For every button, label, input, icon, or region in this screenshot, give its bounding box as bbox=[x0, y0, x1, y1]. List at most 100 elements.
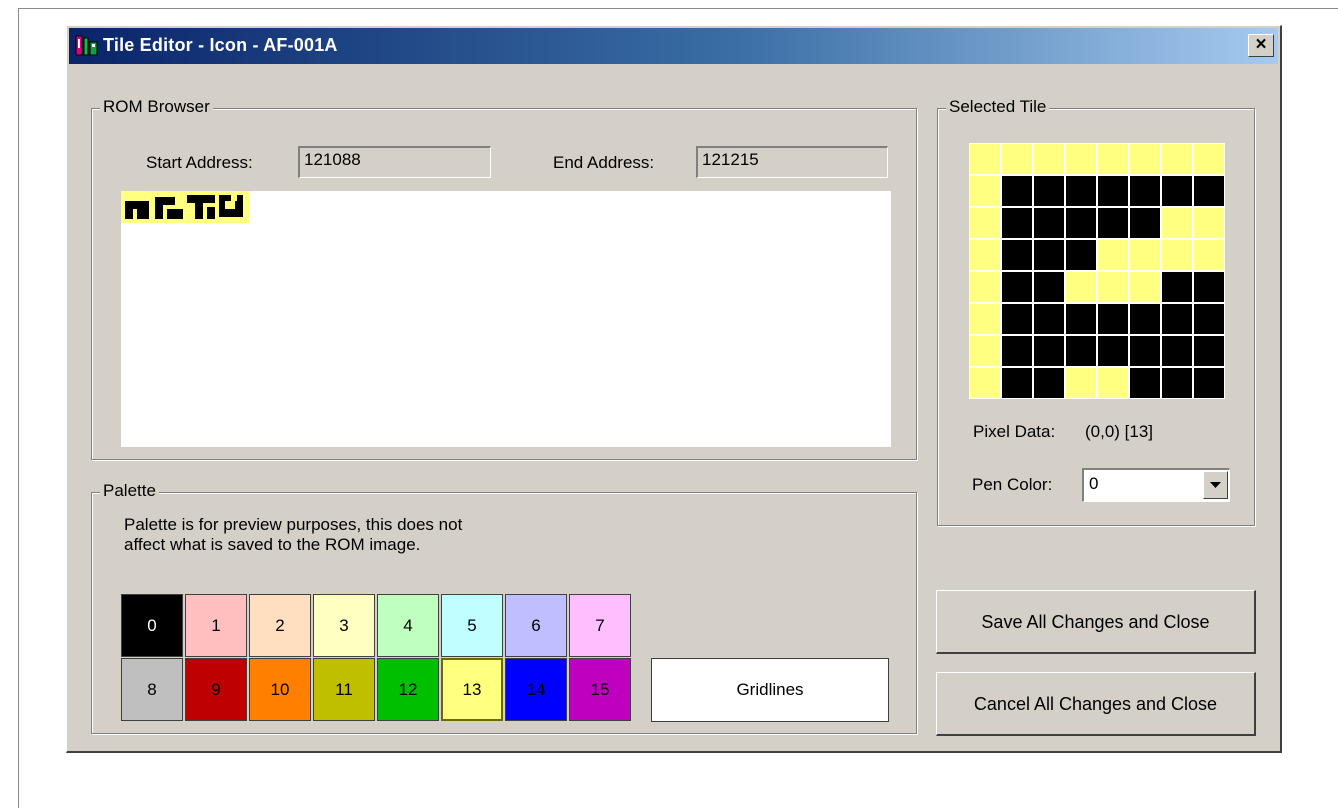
palette-color-0[interactable]: 0 bbox=[121, 594, 183, 657]
tile-pixel-grid[interactable] bbox=[969, 143, 1225, 399]
tile-pixel[interactable] bbox=[1194, 304, 1224, 334]
tile-pixel[interactable] bbox=[1066, 368, 1096, 398]
tile-pixel[interactable] bbox=[1130, 208, 1160, 238]
tile-pixel[interactable] bbox=[1130, 336, 1160, 366]
palette-color-8[interactable]: 8 bbox=[121, 658, 183, 721]
tile-pixel[interactable] bbox=[1098, 208, 1128, 238]
window-title: Tile Editor - Icon - AF-001A bbox=[103, 35, 338, 55]
tile-pixel[interactable] bbox=[1162, 336, 1192, 366]
gridlines-button[interactable]: Gridlines bbox=[651, 658, 889, 722]
palette-color-7[interactable]: 7 bbox=[569, 594, 631, 657]
palette-color-10[interactable]: 10 bbox=[249, 658, 311, 721]
cancel-all-button[interactable]: Cancel All Changes and Close bbox=[936, 672, 1256, 736]
tile-pixel[interactable] bbox=[1002, 272, 1032, 302]
tile-pixel[interactable] bbox=[970, 272, 1000, 302]
tile-pixel[interactable] bbox=[1034, 240, 1064, 270]
tile-pixel[interactable] bbox=[1098, 240, 1128, 270]
tile-pixel[interactable] bbox=[1162, 368, 1192, 398]
tile-pixel[interactable] bbox=[1034, 144, 1064, 174]
tile-pixel[interactable] bbox=[1034, 304, 1064, 334]
tile-pixel[interactable] bbox=[1066, 304, 1096, 334]
tile-pixel[interactable] bbox=[970, 336, 1000, 366]
tile-pixel[interactable] bbox=[1066, 208, 1096, 238]
tile-pixel[interactable] bbox=[1034, 208, 1064, 238]
tile-pixel[interactable] bbox=[1162, 240, 1192, 270]
tile-pixel[interactable] bbox=[1066, 240, 1096, 270]
tile-pixel[interactable] bbox=[1002, 176, 1032, 206]
tile-pixel[interactable] bbox=[1162, 208, 1192, 238]
tile-pixel[interactable] bbox=[1162, 144, 1192, 174]
tile-pixel[interactable] bbox=[1098, 272, 1128, 302]
tile-pixel[interactable] bbox=[1194, 144, 1224, 174]
close-button[interactable]: × bbox=[1248, 34, 1274, 57]
rom-tiles-preview[interactable] bbox=[121, 191, 251, 227]
rom-browser-legend: ROM Browser bbox=[100, 97, 213, 117]
tile-pixel[interactable] bbox=[1162, 272, 1192, 302]
tile-pixel[interactable] bbox=[1002, 336, 1032, 366]
palette-color-11[interactable]: 11 bbox=[313, 658, 375, 721]
palette-color-14[interactable]: 14 bbox=[505, 658, 567, 721]
tile-pixel[interactable] bbox=[1194, 240, 1224, 270]
tile-pixel[interactable] bbox=[1098, 368, 1128, 398]
palette-color-4[interactable]: 4 bbox=[377, 594, 439, 657]
palette-color-9[interactable]: 9 bbox=[185, 658, 247, 721]
end-address-field[interactable]: 121215 bbox=[696, 146, 888, 178]
palette-color-12[interactable]: 12 bbox=[377, 658, 439, 721]
tile-pixel[interactable] bbox=[1002, 368, 1032, 398]
pen-color-select[interactable]: 0 bbox=[1082, 468, 1230, 502]
tile-pixel[interactable] bbox=[1194, 208, 1224, 238]
palette-color-2[interactable]: 2 bbox=[249, 594, 311, 657]
tile-pixel[interactable] bbox=[1098, 336, 1128, 366]
tile-pixel[interactable] bbox=[1066, 336, 1096, 366]
tile-pixel[interactable] bbox=[970, 144, 1000, 174]
tile-pixel[interactable] bbox=[1034, 176, 1064, 206]
palette-color-3[interactable]: 3 bbox=[313, 594, 375, 657]
app-icon bbox=[75, 35, 98, 56]
tile-pixel[interactable] bbox=[1098, 304, 1128, 334]
tile-pixel[interactable] bbox=[1098, 144, 1128, 174]
palette-group: Palette Palette is for preview purposes,… bbox=[91, 481, 917, 734]
palette-color-5[interactable]: 5 bbox=[441, 594, 503, 657]
title-bar[interactable]: Tile Editor - Icon - AF-001A × bbox=[69, 28, 1278, 64]
dropdown-button[interactable] bbox=[1203, 471, 1228, 499]
tile-pixel[interactable] bbox=[1066, 144, 1096, 174]
tile-pixel[interactable] bbox=[1066, 272, 1096, 302]
tile-pixel[interactable] bbox=[1194, 368, 1224, 398]
tile-pixel[interactable] bbox=[1194, 336, 1224, 366]
tile-pixel[interactable] bbox=[970, 240, 1000, 270]
tile-pixel[interactable] bbox=[1130, 304, 1160, 334]
pen-color-value: 0 bbox=[1089, 474, 1099, 493]
palette-color-15[interactable]: 15 bbox=[569, 658, 631, 721]
tile-pixel[interactable] bbox=[1130, 240, 1160, 270]
tile-pixel[interactable] bbox=[1162, 176, 1192, 206]
palette-color-1[interactable]: 1 bbox=[185, 594, 247, 657]
tile-pixel[interactable] bbox=[1066, 176, 1096, 206]
rom-tile-browser[interactable] bbox=[121, 191, 891, 447]
tile-pixel[interactable] bbox=[970, 176, 1000, 206]
tile-pixel[interactable] bbox=[1002, 144, 1032, 174]
palette-color-13[interactable]: 13 bbox=[441, 658, 503, 721]
tile-pixel[interactable] bbox=[970, 304, 1000, 334]
start-address-label: Start Address: bbox=[146, 153, 253, 172]
tile-pixel[interactable] bbox=[1194, 272, 1224, 302]
tile-pixel[interactable] bbox=[970, 208, 1000, 238]
tile-pixel[interactable] bbox=[1034, 368, 1064, 398]
tile-pixel[interactable] bbox=[1034, 272, 1064, 302]
tile-pixel[interactable] bbox=[1034, 336, 1064, 366]
tile-pixel[interactable] bbox=[1002, 304, 1032, 334]
palette-color-6[interactable]: 6 bbox=[505, 594, 567, 657]
selected-tile-legend: Selected Tile bbox=[946, 97, 1050, 117]
palette-note-line1: Palette is for preview purposes, this do… bbox=[124, 515, 463, 534]
tile-pixel[interactable] bbox=[1194, 176, 1224, 206]
save-all-button[interactable]: Save All Changes and Close bbox=[936, 590, 1256, 654]
start-address-field[interactable]: 121088 bbox=[298, 146, 491, 178]
tile-pixel[interactable] bbox=[1130, 272, 1160, 302]
tile-pixel[interactable] bbox=[1002, 240, 1032, 270]
tile-pixel[interactable] bbox=[1162, 304, 1192, 334]
tile-pixel[interactable] bbox=[1002, 208, 1032, 238]
tile-pixel[interactable] bbox=[1098, 176, 1128, 206]
tile-pixel[interactable] bbox=[1130, 368, 1160, 398]
tile-pixel[interactable] bbox=[1130, 176, 1160, 206]
tile-pixel[interactable] bbox=[970, 368, 1000, 398]
tile-pixel[interactable] bbox=[1130, 144, 1160, 174]
